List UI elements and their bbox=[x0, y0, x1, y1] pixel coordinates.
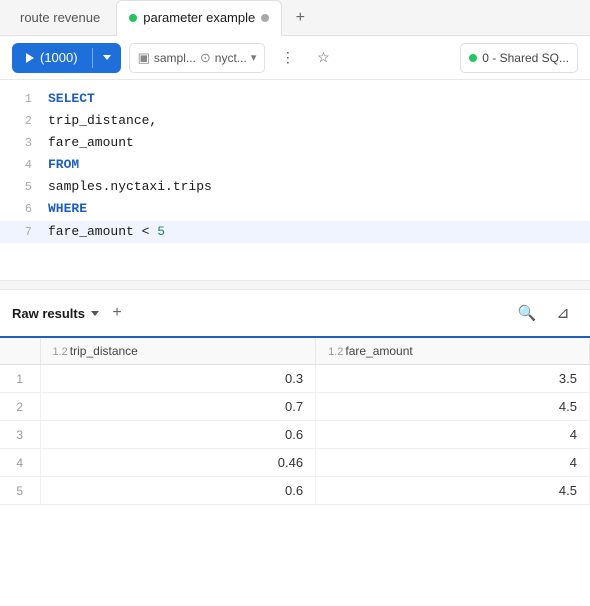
more-options-button[interactable]: ⋮ bbox=[273, 44, 301, 72]
line-number: 5 bbox=[12, 177, 32, 197]
line-number: 2 bbox=[12, 111, 32, 131]
star-icon: ☆ bbox=[317, 49, 330, 66]
search-results-button[interactable]: 🔍 bbox=[512, 298, 542, 328]
line-number: 1 bbox=[12, 89, 32, 109]
code-editor[interactable]: 1SELECT2 trip_distance,3 fare_amount4FRO… bbox=[0, 80, 590, 280]
status-text: 0 - Shared SQ... bbox=[482, 51, 569, 65]
db-label1: sampl... bbox=[154, 51, 196, 65]
toolbar: (1000) ▣ sampl... ⊙ nyct... ▾ ⋮ ☆ 0 - Sh… bbox=[0, 36, 590, 80]
table-row: 50.64.5 bbox=[0, 477, 590, 505]
cell-fare_amount: 4.5 bbox=[316, 477, 590, 505]
code-line-1: 1 SELECT bbox=[0, 88, 590, 110]
tab-bar: route revenue parameter example + bbox=[0, 0, 590, 36]
star-button[interactable]: ☆ bbox=[309, 44, 337, 72]
add-tab-button[interactable]: + bbox=[286, 4, 314, 32]
tab-active-icon bbox=[129, 14, 137, 22]
table-icon: ▣ bbox=[138, 50, 150, 66]
database-selector[interactable]: ▣ sampl... ⊙ nyct... ▾ bbox=[129, 43, 266, 73]
code-line-6: 6 WHERE bbox=[0, 198, 590, 220]
cell-fare_amount: 4 bbox=[316, 449, 590, 477]
line-number: 7 bbox=[12, 222, 32, 242]
line-content: WHERE bbox=[48, 198, 87, 220]
section-divider bbox=[0, 280, 590, 290]
row-number: 1 bbox=[0, 365, 40, 393]
filter-results-button[interactable]: ⊿ bbox=[548, 298, 578, 328]
results-tab[interactable]: Raw results bbox=[12, 306, 99, 321]
cell-fare_amount: 3.5 bbox=[316, 365, 590, 393]
cell-trip_distance: 0.3 bbox=[40, 365, 316, 393]
cell-trip_distance: 0.6 bbox=[40, 421, 316, 449]
line-number: 3 bbox=[12, 133, 32, 153]
row-number: 2 bbox=[0, 393, 40, 421]
line-content: FROM bbox=[48, 154, 79, 176]
cell-trip_distance: 0.46 bbox=[40, 449, 316, 477]
row-number: 5 bbox=[0, 477, 40, 505]
table-row: 20.74.5 bbox=[0, 393, 590, 421]
results-tab-label-text: Raw results bbox=[12, 306, 85, 321]
code-line-7: 7 fare_amount < 5 bbox=[0, 221, 590, 243]
tab-route-revenue-label: route revenue bbox=[20, 10, 100, 25]
run-icon bbox=[26, 53, 34, 63]
run-button[interactable]: (1000) bbox=[12, 43, 92, 73]
db-chevron-icon: ▾ bbox=[251, 51, 257, 64]
row-number: 4 bbox=[0, 449, 40, 477]
cell-trip_distance: 0.6 bbox=[40, 477, 316, 505]
run-count-label: (1000) bbox=[40, 50, 78, 65]
results-chevron-icon bbox=[91, 311, 99, 316]
table-row: 30.64 bbox=[0, 421, 590, 449]
line-content: fare_amount < 5 bbox=[48, 221, 165, 243]
code-line-4: 4 FROM bbox=[0, 154, 590, 176]
results-header: Raw results + 🔍 ⊿ bbox=[0, 290, 590, 338]
line-content: SELECT bbox=[48, 88, 95, 110]
code-line-2: 2 trip_distance, bbox=[0, 110, 590, 132]
tab-parameter-example-label: parameter example bbox=[143, 10, 255, 25]
column-header-trip_distance: 1.2trip_distance bbox=[40, 338, 316, 365]
cell-trip_distance: 0.7 bbox=[40, 393, 316, 421]
line-content: fare_amount bbox=[48, 132, 134, 154]
cell-fare_amount: 4.5 bbox=[316, 393, 590, 421]
line-content: trip_distance, bbox=[48, 110, 157, 132]
code-line-3: 3 fare_amount bbox=[0, 132, 590, 154]
table-row: 10.33.5 bbox=[0, 365, 590, 393]
line-content: samples.nyctaxi.trips bbox=[48, 176, 212, 198]
tab-route-revenue[interactable]: route revenue bbox=[8, 0, 112, 36]
cylinder-icon: ⊙ bbox=[200, 50, 211, 66]
dots-vertical-icon: ⋮ bbox=[281, 49, 294, 66]
status-green-dot bbox=[469, 54, 477, 62]
run-dropdown-button[interactable] bbox=[93, 43, 121, 73]
filter-icon: ⊿ bbox=[556, 303, 569, 323]
code-line-5: 5 samples.nyctaxi.trips bbox=[0, 176, 590, 198]
run-button-group: (1000) bbox=[12, 43, 121, 73]
column-header-fare_amount: 1.2fare_amount bbox=[316, 338, 590, 365]
row-number: 3 bbox=[0, 421, 40, 449]
add-result-tab-button[interactable]: + bbox=[105, 301, 129, 325]
col-type-badge: 1.2 bbox=[53, 346, 68, 358]
cell-fare_amount: 4 bbox=[316, 421, 590, 449]
tab-parameter-example[interactable]: parameter example bbox=[116, 0, 282, 36]
search-icon: 🔍 bbox=[518, 304, 537, 322]
status-pill: 0 - Shared SQ... bbox=[460, 43, 578, 73]
results-table-container: 1.2trip_distance1.2fare_amount 10.33.520… bbox=[0, 338, 590, 505]
db-label2: nyct... bbox=[215, 51, 247, 65]
results-table: 1.2trip_distance1.2fare_amount 10.33.520… bbox=[0, 338, 590, 505]
table-row: 40.464 bbox=[0, 449, 590, 477]
chevron-down-icon bbox=[103, 55, 111, 60]
line-number: 6 bbox=[12, 199, 32, 219]
line-number: 4 bbox=[12, 155, 32, 175]
column-header-row_num bbox=[0, 338, 40, 365]
tab-modified-dot bbox=[261, 14, 269, 22]
col-type-badge: 1.2 bbox=[328, 346, 343, 358]
